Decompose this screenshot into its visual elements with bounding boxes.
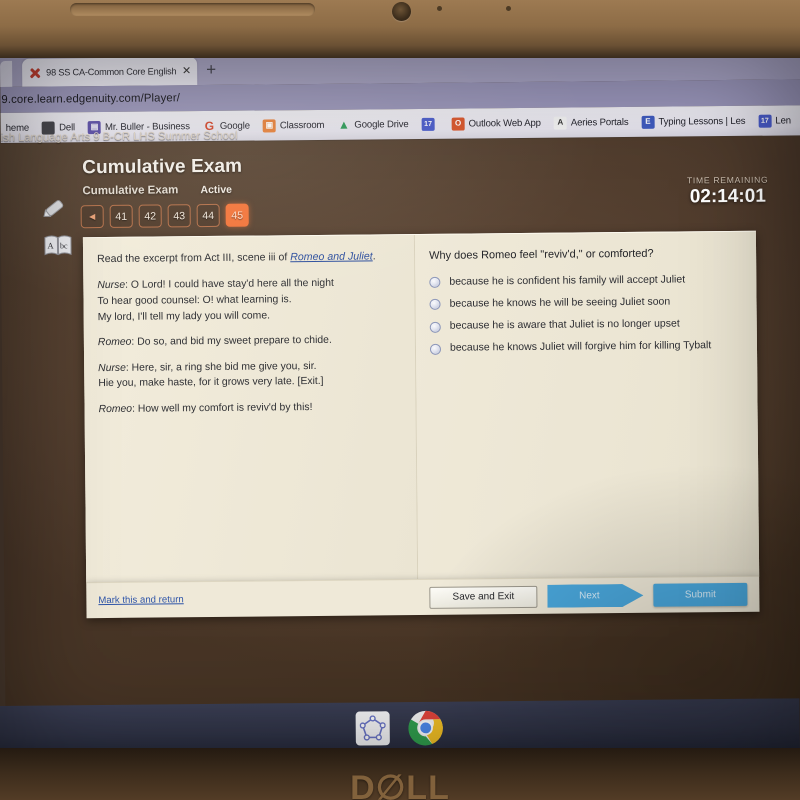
speech-text: : O Lord! I could have stay'd here all t…: [97, 278, 334, 323]
laptop-top-bezel: [0, 0, 800, 58]
question-navigation: ◀ 41 42 43 44 45: [80, 203, 249, 229]
speaker-name: Nurse: [98, 362, 126, 374]
instruction-text-after: .: [372, 250, 376, 263]
highlighter-pencil-icon[interactable]: [40, 195, 70, 221]
radio-button-icon[interactable]: [429, 299, 441, 311]
geogebra-icon[interactable]: [355, 711, 390, 746]
webcam-icon: [392, 2, 411, 21]
typing-icon: E: [641, 115, 655, 129]
dell-brand-logo: D∅LL: [350, 769, 450, 800]
aeries-icon: A: [553, 116, 567, 130]
answer-choice-label: because he is aware that Juliet is no lo…: [449, 317, 680, 332]
next-button[interactable]: Next: [547, 584, 643, 608]
passage-line: Romeo: Do so, and bid my sweet prepare t…: [98, 332, 399, 350]
timer-value: 02:14:01: [689, 185, 766, 208]
dictionary-book-icon[interactable]: A bc: [43, 233, 72, 256]
instruction-text-before: Read the excerpt from Act III, scene iii…: [97, 251, 291, 266]
bookmark-item[interactable]: A Aeries Portals: [549, 115, 634, 130]
answer-choice-label: because he is confident his family will …: [449, 273, 686, 288]
close-icon[interactable]: ✕: [182, 65, 191, 77]
question-text: Why does Romeo feel "reviv'd," or comfor…: [429, 247, 654, 262]
browser-tab-active[interactable]: 98 SS CA-Common Core English ✕: [22, 58, 198, 87]
question-button-41[interactable]: 41: [109, 204, 133, 228]
bookmark-label: Outlook Web App: [468, 117, 541, 130]
calendar-17-icon: 17: [421, 117, 435, 131]
webcam-indicator-dot: [437, 6, 442, 11]
drive-icon: ▲: [337, 117, 350, 132]
page-title: Cumulative Exam: [82, 155, 243, 179]
svg-text:A: A: [47, 240, 54, 250]
answer-choice-d[interactable]: because he knows Juliet will forgive him…: [429, 339, 745, 355]
bookmark-label: Typing Lessons | Les: [658, 115, 746, 128]
address-bar-url[interactable]: 9.core.learn.edgenuity.com/Player/: [0, 92, 180, 106]
edgenuity-player-page: glish Language Arts 9 B-CR LHS Summer Sc…: [0, 130, 800, 744]
question-button-43[interactable]: 43: [167, 204, 191, 228]
bookmark-label: Classroom: [279, 119, 325, 131]
radio-button-icon[interactable]: [429, 277, 441, 289]
bookmark-label: Aeries Portals: [570, 116, 629, 129]
taskbar-icons: [0, 706, 800, 753]
outlook-icon: O: [451, 117, 465, 131]
work-title-link[interactable]: Romeo and Juliet: [290, 250, 373, 263]
radio-button-icon[interactable]: [429, 321, 441, 333]
laptop-screen: 98 SS CA-Common Core English ✕ + 9.core.…: [0, 58, 800, 758]
speech-text: : Here, sir, a ring she bid me give you,…: [98, 360, 324, 390]
new-tab-button[interactable]: +: [200, 59, 222, 81]
passage-line: Nurse: Here, sir, a ring she bid me give…: [98, 358, 399, 392]
bookmark-item[interactable]: ▣ Classroom: [258, 118, 330, 132]
laptop-photo: 98 SS CA-Common Core English ✕ + 9.core.…: [0, 0, 800, 800]
answer-choice-c[interactable]: because he is aware that Juliet is no lo…: [429, 317, 745, 333]
x-mark-icon: [28, 66, 41, 79]
previous-question-button[interactable]: ◀: [80, 205, 104, 229]
submit-button[interactable]: Submit: [653, 582, 748, 607]
exam-timer: TIME REMAINING 02:14:01: [687, 175, 769, 209]
svg-text:bc: bc: [60, 241, 68, 250]
answer-choices: because he is confident his family will …: [429, 273, 745, 356]
bookmark-item[interactable]: ▲ Google Drive: [332, 118, 413, 132]
question-pane: Why does Romeo feel "reviv'd," or comfor…: [414, 231, 760, 580]
question-button-44[interactable]: 44: [196, 203, 220, 228]
timer-label: TIME REMAINING: [686, 174, 769, 186]
radio-button-icon[interactable]: [429, 343, 442, 355]
question-button-42[interactable]: 42: [138, 204, 162, 228]
answer-choice-b[interactable]: because he knows he will be seeing Julie…: [429, 295, 744, 311]
exam-subtitle: Cumulative Exam: [82, 184, 179, 198]
bookmark-item[interactable]: 17: [417, 117, 444, 131]
action-bar: Mark this and return Save and Exit Next …: [86, 575, 760, 619]
passage-instruction: Read the excerpt from Act III, scene iii…: [97, 249, 398, 267]
browser-tab-title: 98 SS CA-Common Core English: [46, 66, 177, 78]
classroom-icon: ▣: [262, 118, 276, 132]
passage-line: Nurse: O Lord! I could have stay'd here …: [97, 276, 398, 326]
bookmark-item[interactable]: E Typing Lessons | Les: [636, 114, 750, 129]
passage-pane: Read the excerpt from Act III, scene iii…: [82, 235, 419, 583]
course-breadcrumb: glish Language Arts 9 B-CR LHS Summer Sc…: [0, 129, 238, 145]
bookmark-item[interactable]: 17 Len: [753, 114, 796, 128]
save-and-exit-button[interactable]: Save and Exit: [429, 585, 538, 609]
passage-line: Romeo: How well my comfort is reviv'd by…: [98, 399, 399, 417]
question-card: Read the excerpt from Act III, scene iii…: [82, 230, 760, 583]
bookmark-item[interactable]: O Outlook Web App: [447, 116, 546, 131]
tab-previous-sliver[interactable]: [0, 60, 13, 87]
answer-choice-a[interactable]: because he is confident his family will …: [429, 273, 744, 289]
bookmark-label: Google Drive: [354, 118, 409, 131]
answer-choice-label: because he knows Juliet will forgive him…: [449, 339, 712, 354]
laptop-bottom-bezel: D∅LL: [0, 748, 800, 800]
mark-this-and-return-link[interactable]: Mark this and return: [98, 594, 183, 606]
question-button-45-current[interactable]: 45: [225, 203, 249, 227]
speaker-name: Nurse: [97, 280, 126, 292]
speech-text: : Do so, and bid my sweet prepare to chi…: [131, 335, 332, 348]
speech-text: : How well my comfort is reviv'd by this…: [131, 402, 313, 415]
chrome-icon[interactable]: [408, 710, 444, 753]
laptop-vent: [70, 3, 315, 16]
status-badge: Active: [200, 183, 233, 197]
action-button-group: Save and Exit Next Submit: [429, 582, 748, 609]
answer-choice-label: because he knows he will be seeing Julie…: [449, 295, 671, 310]
bookmark-label: Len: [775, 114, 792, 127]
speaker-name: Romeo: [98, 403, 133, 416]
calendar-17-icon: 17: [758, 114, 772, 128]
webcam-mic-dot: [506, 6, 511, 11]
speaker-name: Romeo: [97, 336, 132, 349]
